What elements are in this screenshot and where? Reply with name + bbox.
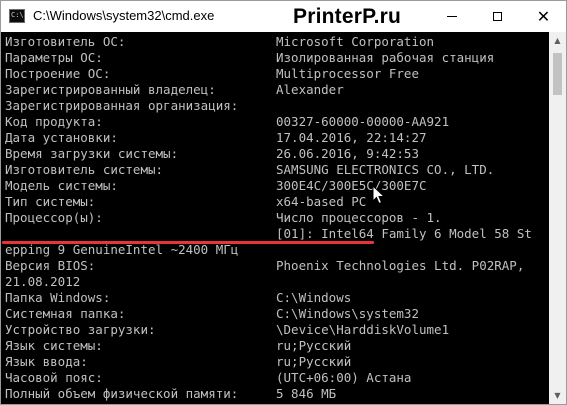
title-bar[interactable]: C:\ C:\Windows\system32\cmd.exe PrinterP… [1,1,566,32]
console-line-label: Параметры ОС: [5,50,103,65]
console-output[interactable]: Полный объем физической памяти: 5 846 МБ Ч… [2,32,549,404]
console-line-value: Microsoft Corporation [276,34,435,49]
console-line-label: Язык системы: [5,338,103,353]
cmd-window: C:\ C:\Windows\system32\cmd.exe PrinterP… [0,0,567,405]
console-line: Дата установки: 17.04.2016, 22:14:27 [5,130,549,146]
console-line-label: Построение ОС: [5,66,111,81]
console-line: Время загрузки системы: 26.06.2016, 9:42:… [5,146,549,162]
console-line-value: x64-based PC [276,194,367,209]
console-line: Изготовитель ОС: Microsoft Corporation [5,34,549,50]
console-line-label: Язык ввода: [5,354,88,369]
console-line: Язык ввода: ru;Русский [5,354,549,370]
console-line-label: Зарегистрированная организация: [5,98,239,113]
console-line-value: 26.06.2016, 9:42:53 [276,146,419,161]
minimize-button[interactable] [429,1,474,32]
console-line-value: Изолированная рабочая станция [276,50,495,65]
console-line-label: Изготовитель ОС: [5,34,126,49]
console-line-label: 21.08.2012 [5,274,81,289]
console-line-value: \Device\HarddiskVolume1 [276,322,450,337]
console-line: Модель системы: 300E4C/300E5C/300E7C [5,178,549,194]
console-line-label: Дата установки: [5,130,118,145]
console-line: Устройство загрузки: \Device\HarddiskVolu… [5,322,549,338]
console-line: Часовой пояс: (UTC+06:00) Астана [5,370,549,386]
console-line-value: (UTC+06:00) Астана [276,370,412,385]
console-line-label: Устройство загрузки: [5,322,156,337]
console-line-label: Полный объем физической памяти: [5,386,239,401]
console-line-value: 300E4C/300E5C/300E7C [276,178,427,193]
vertical-scrollbar[interactable]: ▲ ▼ [549,32,566,404]
console-line: Процессор(ы): Число процессоров - 1. [5,210,549,226]
console-line-label: Изготовитель системы: [5,162,164,177]
console-line: Полный объем физической памяти: 5 846 МБ [5,386,549,402]
console-line: Системная папка: C:\Windows\system32 [5,306,549,322]
window-title: C:\Windows\system32\cmd.exe [33,8,215,23]
console-line-value: Alexander [276,82,344,97]
console-line: Папка Windows: C:\Windows [5,290,549,306]
close-icon: ✕ [536,6,551,26]
mouse-pointer-icon [372,185,386,205]
console-line-value: Phoenix Technologies Ltd. P02RAP, [276,258,525,273]
console-line-value: [01]: Intel64 Family 6 Model 58 St [276,226,532,241]
console-line: Параметры ОС: Изолированная рабочая станц… [5,50,549,66]
console-line-value: C:\Windows [276,290,352,305]
console-line-label: Тип системы: [5,194,96,209]
minimize-icon [446,16,457,17]
console-line-label: Модель системы: [5,178,118,193]
console-line: Версия BIOS: Phoenix Technologies Ltd. P0… [5,258,549,274]
console-line: 21.08.2012 [5,274,549,290]
console-line-value: Число процессоров - 1. [276,210,442,225]
cmd-icon[interactable]: C:\ [9,9,25,23]
console-line-value: 5 846 МБ [276,386,337,401]
console-line: Зарегистрированный владелец: Alexander [5,82,549,98]
scrollbar-thumb[interactable] [553,53,562,95]
console-line-label: Версия BIOS: [5,258,96,273]
site-watermark: PrinterP.ru [293,5,402,28]
console-line-value: ru;Русский [276,354,352,369]
console-line-label: Процессор(ы): [5,210,103,225]
console-line: Язык системы: ru;Русский [5,338,549,354]
console-line-value: 00327-60000-00000-AA921 [276,114,450,129]
console-line-value: ru;Русский [276,338,352,353]
console-line-label: Системная папка: [5,306,126,321]
scroll-up-button[interactable]: ▲ [549,32,566,49]
console-line-value: C:\Windows\system32 [276,306,419,321]
console-line-label: Код продукта: [5,114,103,129]
console-line-label: epping 9 GenuineIntel ~2400 МГц [5,242,239,257]
maximize-button[interactable] [475,1,520,32]
console-line: Изготовитель системы: SAMSUNG ELECTRONICS… [5,162,549,178]
maximize-icon [493,12,502,21]
scroll-down-button[interactable]: ▼ [549,387,566,404]
highlight-underline [2,241,374,244]
console-line-label: Время загрузки системы: [5,146,179,161]
console-line-label: Часовой пояс: [5,370,103,385]
console-line-value: Multiprocessor Free [276,66,419,81]
console-line: Построение ОС: Multiprocessor Free [5,66,549,82]
console-line-value: SAMSUNG ELECTRONICS CO., LTD. [276,162,495,177]
console-line-label: Зарегистрированный владелец: [5,82,216,97]
console-line: Зарегистрированная организация: [5,98,549,114]
close-button[interactable]: ✕ [521,1,566,32]
chevron-down-icon: ▼ [554,391,561,400]
console-line: Тип системы: x64-based PC [5,194,549,210]
chevron-up-icon: ▲ [554,36,561,45]
console-line: Код продукта: 00327-60000-00000-AA921 [5,114,549,130]
console-line-label: Папка Windows: [5,290,111,305]
console-line: [01]: Intel64 Family 6 Model 58 St [5,226,549,242]
console-line-value: 17.04.2016, 22:14:27 [276,130,427,145]
console-line: epping 9 GenuineIntel ~2400 МГц [5,242,549,258]
